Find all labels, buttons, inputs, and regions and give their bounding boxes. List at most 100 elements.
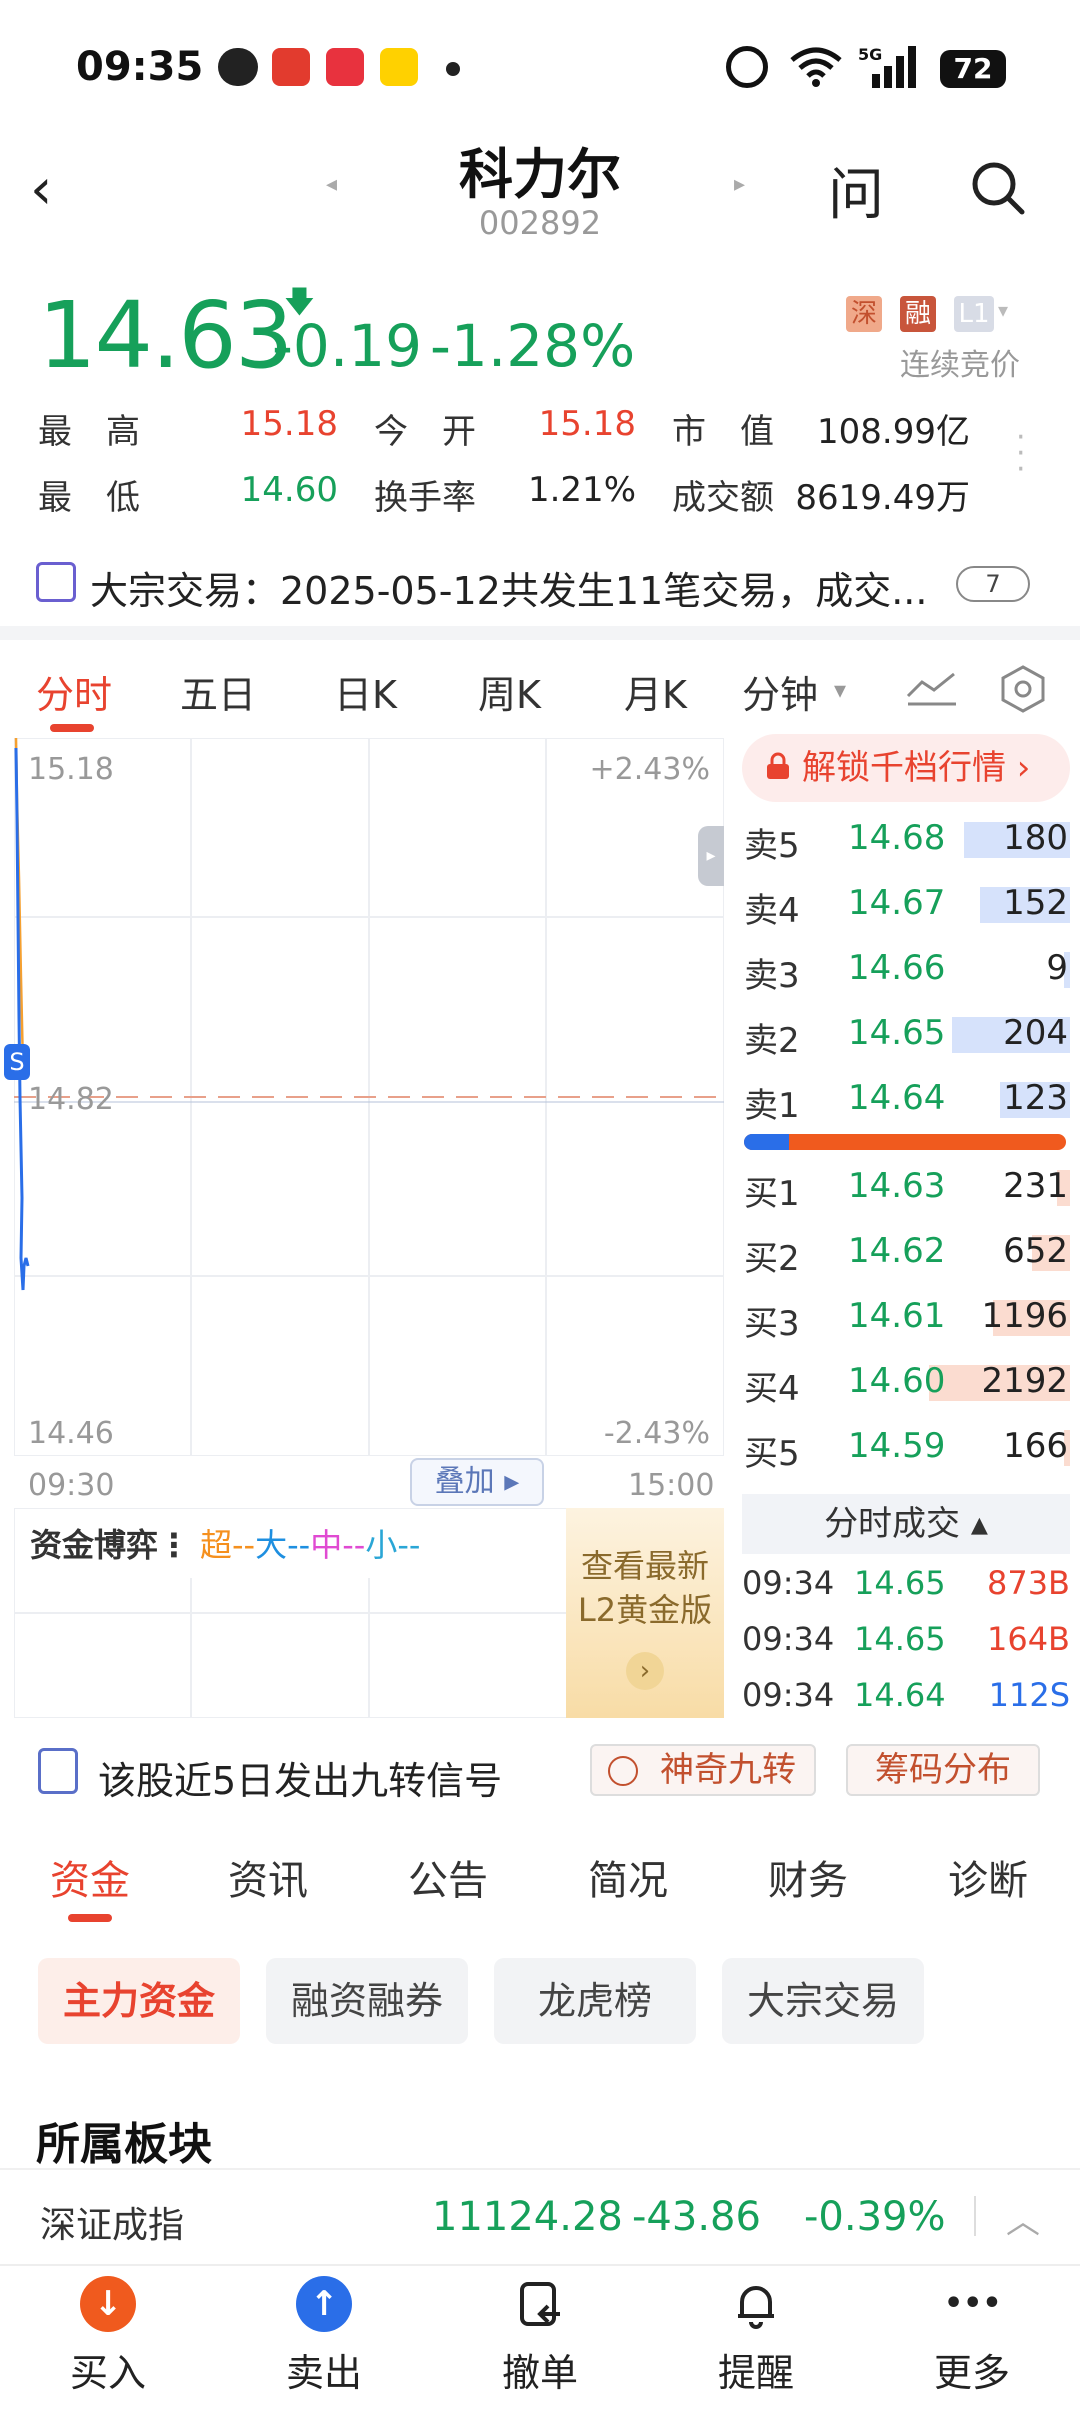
active-tab-indicator (50, 724, 94, 732)
tab-weekly-k[interactable]: 周K (478, 664, 541, 719)
next-stock-icon[interactable]: ▸ (734, 172, 745, 197)
trade-price: 14.64 (854, 1676, 946, 1714)
order-level-volume: 152 (1003, 883, 1068, 923)
order-level-price: 14.64 (848, 1078, 946, 1118)
stat-label: 市 值 (672, 412, 774, 452)
signal-doc-icon (38, 1748, 78, 1794)
buy-arrow-icon: ↓ (80, 2276, 136, 2332)
search-icon[interactable] (970, 160, 1026, 216)
index-change-pct: -0.39% (804, 2194, 946, 2240)
level-tag[interactable]: L1 (954, 296, 994, 332)
indicator-icon[interactable] (904, 668, 960, 708)
buy-button[interactable]: ↓ 买入 (28, 2276, 188, 2397)
order-level-label: 卖3 (744, 956, 800, 996)
legend-super: 超-- (200, 1526, 256, 1564)
trade-time: 09:34 (742, 1676, 835, 1714)
tab-daily-k[interactable]: 日K (334, 664, 397, 719)
order-level-volume: 123 (1003, 1078, 1068, 1118)
block-trade-count[interactable]: 7 (956, 566, 1030, 602)
bid-ratio-fill (744, 1134, 789, 1150)
back-icon[interactable]: ‹ (30, 160, 80, 220)
divider (974, 2196, 976, 2236)
minute-dropdown-icon[interactable]: ▾ (834, 676, 846, 704)
more-stats-icon[interactable]: · · · (1016, 423, 1026, 485)
order-level-volume: 1196 (981, 1296, 1068, 1336)
ask-button[interactable]: 问 (828, 150, 884, 231)
level-dropdown-icon[interactable]: ▾ (998, 298, 1008, 322)
signal-5g-icon: 5G (858, 45, 916, 88)
sell-button[interactable]: ↑ 卖出 (244, 2276, 404, 2397)
margin-tag: 融 (900, 296, 936, 332)
tab-profile[interactable]: 简况 (588, 1848, 668, 1906)
tab-minute[interactable]: 分钟 (742, 664, 818, 719)
nav-label: 更多 (933, 2351, 1010, 2395)
order-level-volume: 652 (1003, 1231, 1068, 1271)
chevron-up-icon[interactable]: ︿ (1006, 2194, 1040, 2243)
stat-label: 换手率 (374, 478, 476, 518)
index-name: 深证成指 (40, 2205, 185, 2246)
prev-stock-icon[interactable]: ◂ (326, 172, 337, 197)
order-level-label: 买3 (744, 1304, 800, 1344)
stat-value: 8619.49万 (795, 478, 970, 518)
chip-distribution-button[interactable]: 筹码分布 (846, 1744, 1040, 1796)
price-change: -0.19 (272, 312, 423, 380)
expand-panel-icon[interactable]: ▸ (698, 826, 724, 886)
trade-time: 09:34 (742, 1564, 835, 1602)
svg-text:5G: 5G (858, 45, 882, 64)
settings-icon[interactable] (998, 664, 1048, 714)
nav-label: 撤单 (501, 2351, 578, 2395)
order-level-price: 14.65 (848, 1013, 946, 1053)
meituan-icon (380, 48, 418, 86)
order-level-volume: 231 (1003, 1166, 1068, 1206)
nav-label: 提醒 (717, 2351, 794, 2395)
stat-label: 今 开 (374, 412, 476, 452)
stock-code: 002892 (478, 204, 602, 242)
overlay-label: 叠加 (434, 1464, 495, 1499)
battery-icon: 72 (940, 50, 1006, 88)
chip-dragon-tiger[interactable]: 龙虎榜 (494, 1958, 696, 2044)
order-level-label: 买1 (744, 1174, 800, 1214)
trade-time: 09:34 (742, 1620, 835, 1658)
stat-value: 14.60 (240, 470, 338, 510)
tab-monthly-k[interactable]: 月K (624, 664, 687, 719)
block-trade-text[interactable]: 大宗交易：2025-05-12共发生11笔交易，成交... (90, 560, 927, 615)
tab-intraday[interactable]: 分时 (36, 664, 112, 719)
tab-announcements[interactable]: 公告 (408, 1848, 488, 1906)
alert-button[interactable]: 提醒 (676, 2276, 836, 2397)
cancel-order-button[interactable]: 撤单 (460, 2276, 620, 2397)
chip-main-capital[interactable]: 主力资金 (38, 1958, 240, 2044)
index-value: 11124.28 (432, 2194, 623, 2240)
nine-turn-signal-text[interactable]: 该股近5日发出九转信号 (98, 1750, 502, 1805)
tab-capital[interactable]: 资金 (50, 1848, 130, 1906)
order-level-label: 卖5 (744, 826, 800, 866)
l2-promo-text[interactable]: 查看最新 L2黄金版 (566, 1544, 724, 1632)
trades-header[interactable]: 分时成交 ▴ (742, 1494, 1070, 1554)
order-level-label: 买5 (744, 1434, 800, 1474)
l2-promo-line: 查看最新 (580, 1547, 709, 1585)
intraday-chart[interactable] (14, 738, 724, 1456)
overlay-button[interactable]: 叠加 ▸ (410, 1458, 544, 1506)
tab-diagnosis[interactable]: 诊断 (948, 1848, 1028, 1906)
chip-margin-trading[interactable]: 融资融券 (266, 1958, 468, 2044)
order-level-price: 14.63 (848, 1166, 946, 1206)
trading-phase: 连续竞价 (900, 348, 1020, 383)
tab-news[interactable]: 资讯 (228, 1848, 308, 1906)
stat-value: 15.18 (538, 404, 636, 444)
sell-marker[interactable]: S (4, 1044, 30, 1080)
chevron-right-icon[interactable]: › (626, 1652, 664, 1690)
wechat-icon (218, 48, 258, 86)
chip-block-trade[interactable]: 大宗交易 (722, 1958, 924, 2044)
time-axis-end: 15:00 (628, 1468, 715, 1503)
sell-arrow-icon: ↑ (296, 2276, 352, 2332)
tab-finance[interactable]: 财务 (768, 1848, 848, 1906)
stat-label: 成交额 (672, 478, 774, 518)
pct-axis-low: -2.43% (603, 1416, 710, 1451)
stat-label: 最 低 (38, 478, 140, 518)
notification-dot-icon (446, 62, 460, 76)
wifi-icon (790, 47, 842, 87)
app-notification-icon (272, 48, 310, 86)
tab-five-day[interactable]: 五日 (180, 664, 256, 719)
trades-header-label: 分时成交 (824, 1504, 961, 1544)
trade-price: 14.65 (854, 1620, 946, 1658)
more-button[interactable]: ••• 更多 (892, 2276, 1052, 2397)
